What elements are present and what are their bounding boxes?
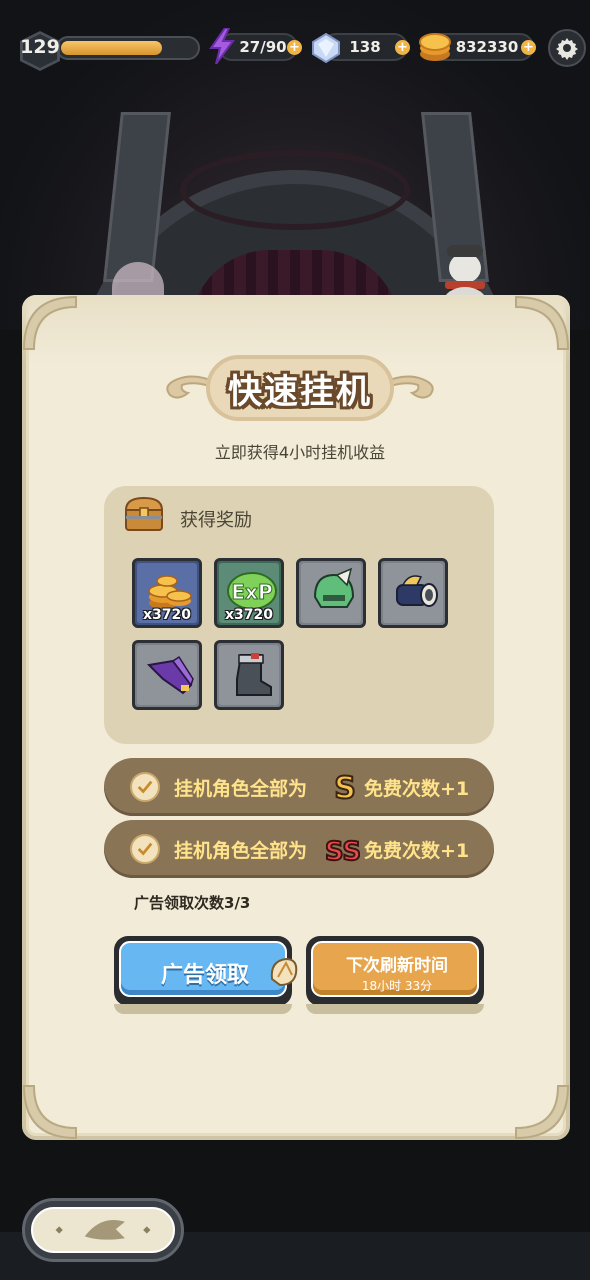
title-banner: 快速挂机: [206, 355, 394, 421]
gold-coin-stack-icon: [419, 33, 451, 61]
corner-ornament-icon: [22, 295, 77, 350]
boots-icon: [236, 653, 272, 696]
condition-row: 挂机角色全部为 S 免费次数+1: [104, 758, 494, 816]
next-refresh-label: 下次刷新时间: [346, 956, 448, 976]
top-hud: 129 27/90 + 138 + 832330 +: [0, 0, 590, 96]
rank-s-icon: S: [333, 770, 357, 804]
green-helmet-icon: [313, 567, 355, 608]
energy-bolt-icon: [209, 28, 235, 64]
condition-row: 挂机角色全部为 SS 免费次数+1: [104, 820, 494, 878]
dialog-title: 快速挂机: [228, 371, 372, 412]
reward-panel: 获得奖励 x3720 ExP x3720: [104, 486, 494, 744]
purple-cloak-icon: [146, 655, 194, 695]
thorn-vine: [180, 150, 410, 230]
reward-quantity: x3720: [225, 607, 273, 623]
gem-value: 138: [349, 38, 381, 56]
corner-ornament-icon: [22, 1085, 77, 1140]
reward-item-cloak[interactable]: [132, 640, 202, 710]
quick-idle-dialog: 快速挂机 立即获得4小时挂机收益 获得奖励 x3720 ExP x3720 挂机…: [22, 295, 570, 1140]
checkmark-icon: [130, 834, 160, 864]
refresh-countdown: 18小时 33分: [361, 979, 433, 993]
rank-s-label: S: [334, 771, 356, 804]
rank-ss-label: SS: [326, 837, 360, 866]
ad-video-icon: [270, 957, 298, 987]
reward-item-helmet[interactable]: [296, 558, 366, 628]
treasure-chest-icon: [124, 496, 164, 531]
xp-bar-fill: [61, 41, 162, 55]
rank-ss-icon: SS: [326, 836, 360, 866]
gold-plus-button[interactable]: +: [521, 40, 536, 55]
reward-item-gold[interactable]: x3720: [132, 558, 202, 628]
reward-item-exp[interactable]: ExP x3720: [214, 558, 284, 628]
next-refresh-button[interactable]: 下次刷新时间 18小时 33分: [306, 936, 484, 1014]
gear-icon: [556, 38, 578, 60]
energy-value: 27/90: [239, 38, 287, 56]
ad-claim-count: 广告领取次数3/3: [134, 894, 251, 912]
gauntlet-icon: [396, 575, 438, 607]
settings-button[interactable]: [548, 29, 586, 67]
dialog-subtitle: 立即获得4小时挂机收益: [214, 443, 386, 462]
gold-value: 832330: [455, 38, 519, 56]
xp-bar: [56, 36, 200, 60]
rewards-label: 获得奖励: [180, 510, 252, 531]
condition-suffix: 免费次数+1: [364, 840, 470, 862]
reward-item-boots[interactable]: [214, 640, 284, 710]
gem-plus-button[interactable]: +: [395, 40, 410, 55]
bottom-nav-button[interactable]: [22, 1198, 184, 1262]
sparkle-emblem-icon: [55, 1219, 151, 1240]
energy-plus-button[interactable]: +: [287, 40, 302, 55]
condition-prefix: 挂机角色全部为: [174, 840, 308, 862]
condition-suffix: 免费次数+1: [364, 778, 470, 800]
checkmark-icon: [130, 772, 160, 802]
svg-text:ExP: ExP: [231, 580, 272, 604]
reward-item-gauntlet[interactable]: [378, 558, 448, 628]
condition-prefix: 挂机角色全部为: [174, 778, 308, 800]
ad-claim-label: 广告领取: [160, 963, 249, 988]
corner-ornament-icon: [515, 295, 570, 350]
diamond-gem-icon: [312, 33, 340, 63]
level-value: 129: [20, 36, 60, 58]
reward-quantity: x3720: [143, 607, 191, 623]
corner-ornament-icon: [515, 1085, 570, 1140]
